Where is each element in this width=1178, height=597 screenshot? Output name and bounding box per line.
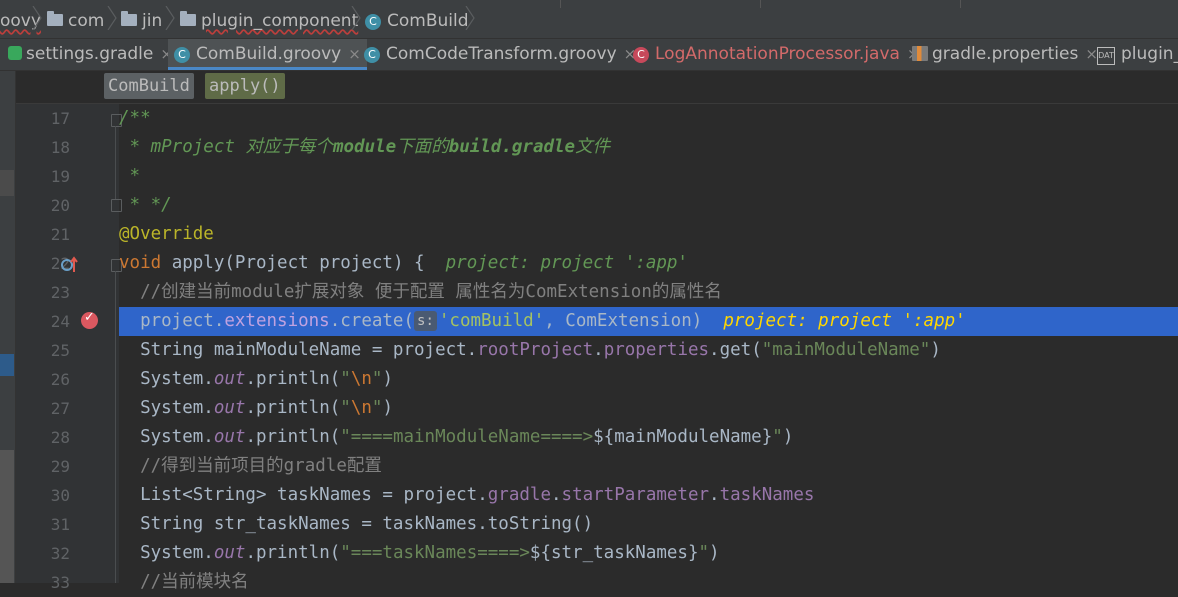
divider (560, 0, 561, 8)
dat-file-icon: DAT (1097, 47, 1115, 65)
breadcrumb-item-plugin-component[interactable]: plugin_component (180, 0, 358, 38)
line-number: 25 (50, 341, 70, 360)
fold-guide (115, 126, 116, 199)
code-line-21: @Override (119, 224, 214, 244)
chevron-right-icon (465, 6, 475, 30)
line-number: 18 (50, 138, 70, 157)
code-line-25: String mainModuleName = project.rootProj… (119, 340, 941, 360)
code-line-23: //创建当前module扩展对象 便于配置 属性名为ComExtension的属… (119, 282, 722, 302)
breadcrumb-item-com[interactable]: com (47, 0, 104, 38)
folder-icon (180, 11, 196, 26)
tab-gradle-properties[interactable]: gradle.properties × (912, 39, 1098, 70)
code-line-18: * mProject 对应于每个module下面的build.gradle文件 (119, 137, 611, 157)
fold-guide (115, 271, 116, 583)
parameter-hint: s: (414, 311, 437, 331)
line-number: 31 (50, 515, 70, 534)
gradle-file-icon (8, 46, 22, 60)
breadcrumb-item-combuild[interactable]: C ComBuild (365, 0, 469, 38)
code-line-22: void apply(Project project) { project: p… (119, 253, 688, 273)
code-line-20: * */ (119, 195, 172, 215)
line-number: 21 (50, 225, 70, 244)
structure-breadcrumb: ComBuild apply() (16, 71, 1178, 104)
override-icon[interactable] (60, 256, 82, 276)
tab-logannotationprocessor-java[interactable]: CLogAnnotationProcessor.java× (633, 39, 920, 70)
tab-combuild-groovy[interactable]: C ComBuild.groovy × (168, 39, 367, 70)
class-icon: C (365, 14, 381, 30)
method-breadcrumb[interactable]: apply() (205, 73, 285, 99)
tool-window-marker (0, 354, 14, 376)
line-number: 17 (50, 109, 70, 128)
code-line-30: List<String> taskNames = project.gradle.… (119, 485, 815, 505)
line-number: 29 (50, 457, 70, 476)
line-number: 26 (50, 370, 70, 389)
editor-tabs: settings.gradle × C ComBuild.groovy × C ComC… (0, 39, 1178, 71)
breadcrumb-item-jin[interactable]: jin (121, 0, 162, 38)
chevron-right-icon (165, 6, 175, 30)
divider (960, 0, 961, 8)
class-breadcrumb[interactable]: ComBuild (104, 73, 194, 99)
navigation-breadcrumb: oovy com jin plugin_component C ComBuild (0, 0, 1178, 39)
tool-window-marker (0, 170, 14, 196)
code-line-17: /** (119, 108, 151, 128)
line-number: 23 (50, 283, 70, 302)
line-number: 30 (50, 486, 70, 505)
inline-value-hint: project: project ':app' (723, 311, 966, 331)
chevron-right-icon (107, 6, 117, 30)
scrollbar[interactable] (0, 450, 14, 583)
properties-file-icon (912, 46, 928, 61)
line-number: 19 (50, 167, 70, 186)
code-line-31: String str_taskNames = taskNames.toStrin… (119, 514, 594, 534)
code-editor[interactable]: /** * mProject 对应于每个module下面的build.gradl… (119, 104, 1178, 592)
tab-comcodetransform-groovy[interactable]: C ComCodeTransform.groovy × (364, 39, 636, 70)
chevron-right-icon (32, 6, 42, 30)
chevron-right-icon (351, 6, 361, 30)
tab-settings-gradle[interactable]: settings.gradle × (8, 39, 173, 70)
inline-value-hint: project: project ':app' (445, 253, 688, 273)
folder-icon (47, 11, 63, 26)
breakpoint-icon[interactable] (81, 310, 98, 329)
code-line-24-execution-point: project.extensions.create(s:'comBuild', … (119, 307, 1178, 336)
code-line-19: * (119, 166, 141, 186)
code-line-29: //得到当前项目的gradle配置 (119, 456, 382, 476)
java-class-icon: C (633, 47, 649, 63)
editor-gutter[interactable]: 17 18 19 20 21 22 23 24 25 26 27 28 29 3… (16, 104, 122, 592)
line-number: 32 (50, 544, 70, 563)
code-line-32: System.out.println("===taskNames====>${s… (119, 543, 720, 563)
class-icon: C (364, 47, 380, 63)
active-tab-indicator (168, 67, 367, 70)
line-number: 27 (50, 399, 70, 418)
line-number: 28 (50, 428, 70, 447)
close-icon[interactable]: × (348, 45, 361, 63)
code-line-26: System.out.println("\n") (119, 369, 393, 389)
tab-plugin-c[interactable]: DATplugin_c (1097, 39, 1178, 70)
code-line-27: System.out.println("\n") (119, 398, 393, 418)
code-line-28: System.out.println("====mainModuleName==… (119, 427, 794, 447)
divider (760, 0, 761, 8)
class-icon: C (174, 47, 190, 63)
line-number: 24 (50, 312, 70, 331)
folder-icon (121, 11, 137, 26)
line-number: 20 (50, 196, 70, 215)
